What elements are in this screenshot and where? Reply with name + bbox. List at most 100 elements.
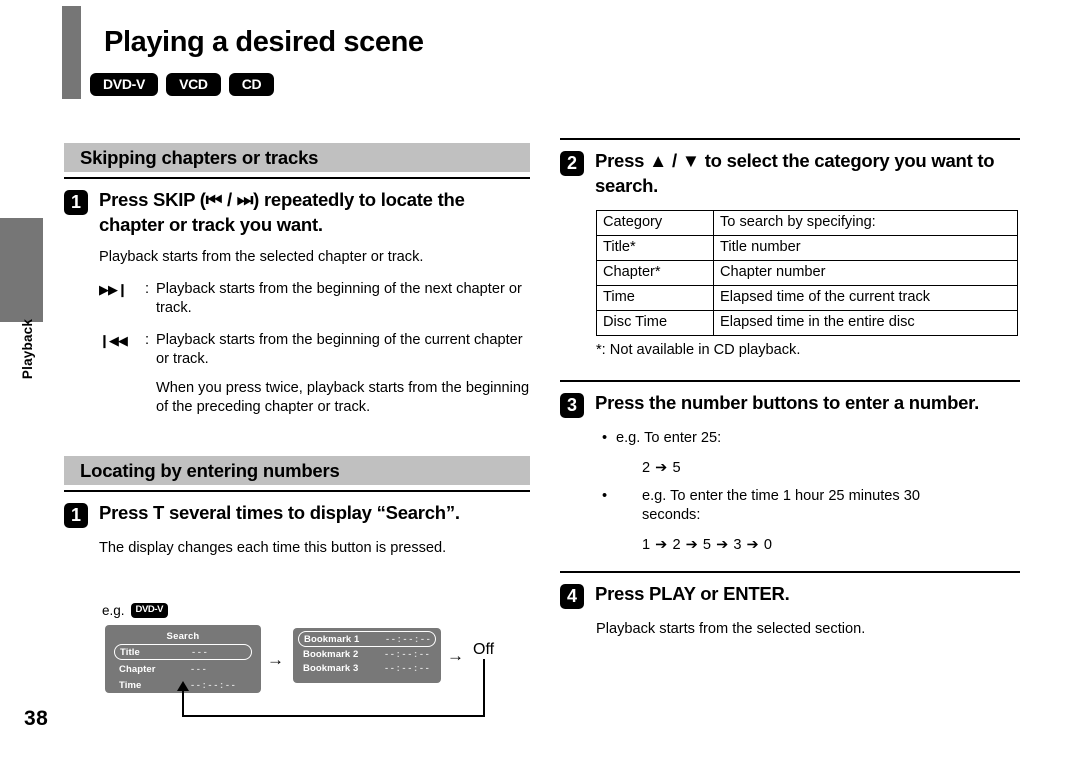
osd-search-title: Search — [166, 631, 200, 642]
bullet-text: e.g. To enter 25: — [616, 430, 722, 447]
osd-off-label: Off — [473, 641, 495, 658]
bullet-dot-icon: • — [602, 430, 608, 447]
osd-row-label: Title — [120, 646, 140, 658]
disc-format-badges: DVD-V VCD CD — [90, 73, 275, 96]
table-header-cell: Category — [596, 210, 714, 237]
osd-row-value: - - : - - : - - — [386, 633, 430, 645]
badge-dvd-v: DVD-V — [90, 73, 159, 96]
table-row: Disc Time Elapsed time in the entire dis… — [596, 310, 1018, 337]
divider-rule — [64, 490, 530, 493]
step-title: Press SKIP (⏮ / ⏭) repeatedly to locate … — [99, 189, 465, 235]
table-cell: Time — [596, 285, 714, 312]
loop-line-left — [182, 687, 184, 717]
skip-back-icon: ❙◀◀ — [99, 332, 128, 348]
osd-row-title: Title - - - — [114, 644, 252, 660]
definition-previous-skip: ❙◀◀ : Playback starts from the beginning… — [99, 331, 530, 418]
table-cell: Disc Time — [596, 310, 714, 337]
category-table: Category To search by specifying: Title*… — [596, 210, 1018, 337]
page-title: Playing a desired scene — [104, 26, 424, 58]
table-footnote: *: Not available in CD playback. — [596, 342, 801, 359]
step-enter-number: 3 Press the number buttons to enter a nu… — [560, 391, 1020, 419]
loop-line-right — [483, 659, 485, 717]
step4-body-text: Playback starts from the selected sectio… — [596, 620, 866, 637]
divider-rule — [64, 177, 530, 179]
key-sequence-25: 2 ➔ 5 — [642, 459, 682, 476]
osd-row-value: - - : - - : - - — [191, 679, 235, 691]
osd-row-value: - - : - - : - - — [385, 648, 429, 660]
step-select-category: 2 Press ▲ / ▼ to select the category you… — [560, 149, 1020, 198]
table-cell: Elapsed time of the current track — [713, 285, 1018, 312]
key-sequence-time: 1 ➔ 2 ➔ 5 ➔ 3 ➔ 0 — [642, 536, 773, 553]
definition-colon: : — [145, 280, 150, 297]
loop-arrow-icon — [177, 681, 189, 691]
step-press-t: 1 Press T several times to display “Sear… — [64, 501, 530, 529]
table-row: Time Elapsed time of the current track — [596, 285, 1018, 312]
definition-text: Playback starts from the beginning of th… — [156, 331, 530, 418]
definition-colon: : — [145, 331, 150, 348]
step-press-play: 4 Press PLAY or ENTER. — [560, 582, 1020, 609]
step-title: Press PLAY or ENTER. — [595, 582, 790, 604]
step-number-badge: 1 — [64, 503, 88, 529]
skip-forward-icon: ▶▶❙ — [99, 281, 128, 297]
osd-row-bookmark-2: Bookmark 2 - - : - - : - - — [298, 647, 436, 661]
divider-rule — [560, 138, 1020, 140]
table-row: Category To search by specifying: — [596, 210, 1018, 237]
definition-next-skip: ▶▶❙ : Playback starts from the beginning… — [99, 280, 530, 319]
table-cell: Title number — [713, 235, 1018, 262]
step-skip: 1 Press SKIP (⏮ / ⏭) repeatedly to locat… — [64, 188, 530, 237]
step-number-badge: 2 — [560, 151, 584, 176]
definition-line: When you press twice, playback starts fr… — [156, 379, 530, 416]
bullet-text: e.g. To enter the time 1 hour 25 minutes… — [642, 487, 920, 524]
step-number-badge: 1 — [64, 190, 88, 215]
table-row: Title* Title number — [596, 235, 1018, 262]
title-accent-bar — [62, 6, 81, 99]
table-cell: Title* — [596, 235, 714, 262]
table-row: Chapter* Chapter number — [596, 260, 1018, 287]
section-heading-skipping: Skipping chapters or tracks — [64, 143, 530, 172]
table-cell: Chapter* — [596, 260, 714, 287]
side-tab-label: Playback — [20, 318, 35, 380]
locating-body-text: The display changes each time this butto… — [99, 540, 447, 557]
osd-row-value: - - - — [191, 663, 206, 675]
skip-intro-text: Playback starts from the selected chapte… — [99, 249, 424, 266]
example-label-row: e.g. DVD-V — [102, 603, 169, 618]
osd-row-label: Bookmark 1 — [304, 633, 360, 645]
flow-arrow-icon: → — [447, 646, 464, 665]
example-label: e.g. — [102, 603, 125, 618]
step-number-badge: 4 — [560, 583, 584, 609]
osd-row-value: - - - — [192, 646, 207, 658]
step-title: Press the number buttons to enter a numb… — [595, 392, 979, 414]
osd-row-bookmark-3: Bookmark 3 - - : - - : - - — [298, 661, 436, 675]
definition-line: Playback starts from the beginning of th… — [156, 331, 523, 368]
osd-row-label: Bookmark 2 — [303, 648, 359, 660]
table-cell: Chapter number — [713, 260, 1018, 287]
step-title: Press T several times to display “Search… — [99, 502, 460, 524]
divider-rule — [560, 570, 1020, 573]
definition-line: Playback starts from the beginning of th… — [156, 280, 522, 317]
step-title: Press ▲ / ▼ to select the category you w… — [595, 150, 995, 196]
osd-row-chapter: Chapter - - - — [114, 662, 252, 676]
manual-page: Playback 38 Playing a desired scene DVD-… — [0, 0, 1080, 763]
bullet-dot-icon: • — [602, 487, 608, 504]
osd-row-bookmark-1: Bookmark 1 - - : - - : - - — [298, 631, 436, 647]
step-number-badge: 3 — [560, 393, 584, 419]
bullet-example-time: • e.g. To enter the time 1 hour 25 minut… — [602, 487, 1020, 526]
definition-text: Playback starts from the beginning of th… — [156, 280, 530, 319]
bullet-example-25: • e.g. To enter 25: — [602, 429, 1020, 449]
divider-rule — [560, 380, 1020, 383]
flow-arrow-icon: → — [267, 650, 284, 669]
left-column: Skipping chapters or tracks 1 Press SKIP… — [64, 143, 530, 559]
badge-dvd-v: DVD-V — [130, 603, 169, 618]
osd-row-label: Bookmark 3 — [303, 662, 359, 674]
osd-flow-diagram: e.g. DVD-V Search Title - - - Chapter - … — [100, 603, 520, 728]
section-heading-locating: Locating by entering numbers — [64, 456, 530, 486]
table-cell: Elapsed time in the entire disc — [713, 310, 1018, 337]
right-column: 2 Press ▲ / ▼ to select the category you… — [560, 138, 1020, 639]
osd-row-value: - - : - - : - - — [385, 662, 429, 674]
osd-bookmark-panel: Bookmark 1 - - : - - : - - Bookmark 2 - … — [293, 628, 441, 683]
loop-line-bottom — [182, 715, 485, 717]
osd-row-label: Chapter — [119, 663, 156, 675]
table-header-cell: To search by specifying: — [713, 210, 1018, 237]
page-number: 38 — [24, 707, 49, 730]
badge-cd: CD — [228, 73, 275, 96]
